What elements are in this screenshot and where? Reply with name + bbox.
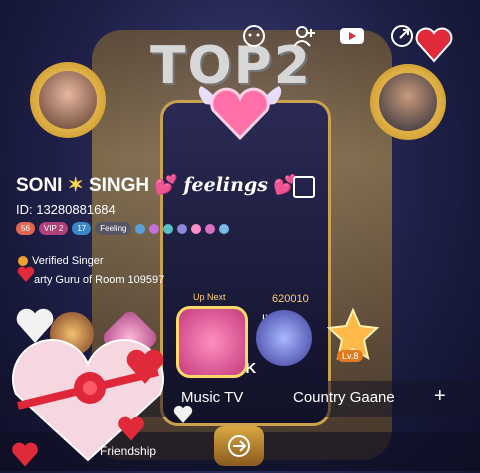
badge-icon bbox=[205, 223, 216, 234]
feeling-badge: Feeling bbox=[95, 222, 132, 235]
arrow-icon[interactable] bbox=[214, 426, 264, 466]
badge-icon bbox=[219, 223, 230, 234]
heart-icon bbox=[124, 346, 166, 391]
face-icon[interactable] bbox=[240, 22, 268, 50]
avatar-left[interactable] bbox=[30, 62, 106, 138]
heart-icon bbox=[10, 440, 40, 473]
medal-star[interactable]: Lv.8 bbox=[325, 306, 381, 362]
heart-icon: 💕 bbox=[154, 175, 179, 196]
level-badge: 56 bbox=[16, 222, 35, 235]
star-icon: ✶ bbox=[67, 175, 84, 196]
vip-badge: VIP 2 bbox=[38, 222, 69, 235]
winged-heart-icon bbox=[195, 84, 285, 141]
tab-country-gaane[interactable]: Country Gaane bbox=[293, 389, 395, 406]
heart-icon bbox=[14, 305, 56, 350]
diamond-badge: 17 bbox=[72, 222, 92, 235]
medal-blue[interactable] bbox=[256, 310, 312, 366]
medal-level: Lv.8 bbox=[337, 350, 364, 362]
up-next-value: 620010 bbox=[272, 293, 309, 305]
badge-icon bbox=[191, 223, 202, 234]
name-tag: feelings bbox=[183, 174, 268, 196]
badge-icon bbox=[135, 223, 146, 234]
avatar-right[interactable] bbox=[370, 64, 446, 140]
name-first: SONI bbox=[16, 175, 63, 196]
name-last: SINGH bbox=[88, 175, 150, 196]
edit-icon[interactable] bbox=[293, 176, 315, 198]
heart-icon bbox=[16, 265, 36, 288]
heart-icon[interactable] bbox=[414, 24, 454, 64]
user-id: ID: 13280881684 bbox=[16, 202, 116, 217]
profile-name: SONI ✶ SINGH 💕 feelings 💕 bbox=[16, 173, 297, 197]
medal-bow[interactable] bbox=[176, 306, 248, 378]
badge-icon bbox=[177, 223, 188, 234]
badge-icon bbox=[149, 223, 160, 234]
add-friend-icon[interactable] bbox=[290, 22, 318, 50]
heart-icon bbox=[116, 414, 146, 447]
up-next-label: Up Next bbox=[193, 292, 226, 302]
share-icon[interactable] bbox=[388, 22, 416, 50]
badge-row: 56 VIP 2 17 Feeling bbox=[16, 222, 230, 235]
party-line: arty Guru of Room 109597 bbox=[34, 274, 165, 286]
badge-icon bbox=[163, 223, 174, 234]
add-tab-button[interactable]: + bbox=[434, 385, 446, 408]
avatar bbox=[379, 73, 437, 131]
youtube-icon[interactable] bbox=[338, 22, 366, 50]
avatar bbox=[39, 71, 97, 129]
heart-icon bbox=[172, 404, 194, 429]
